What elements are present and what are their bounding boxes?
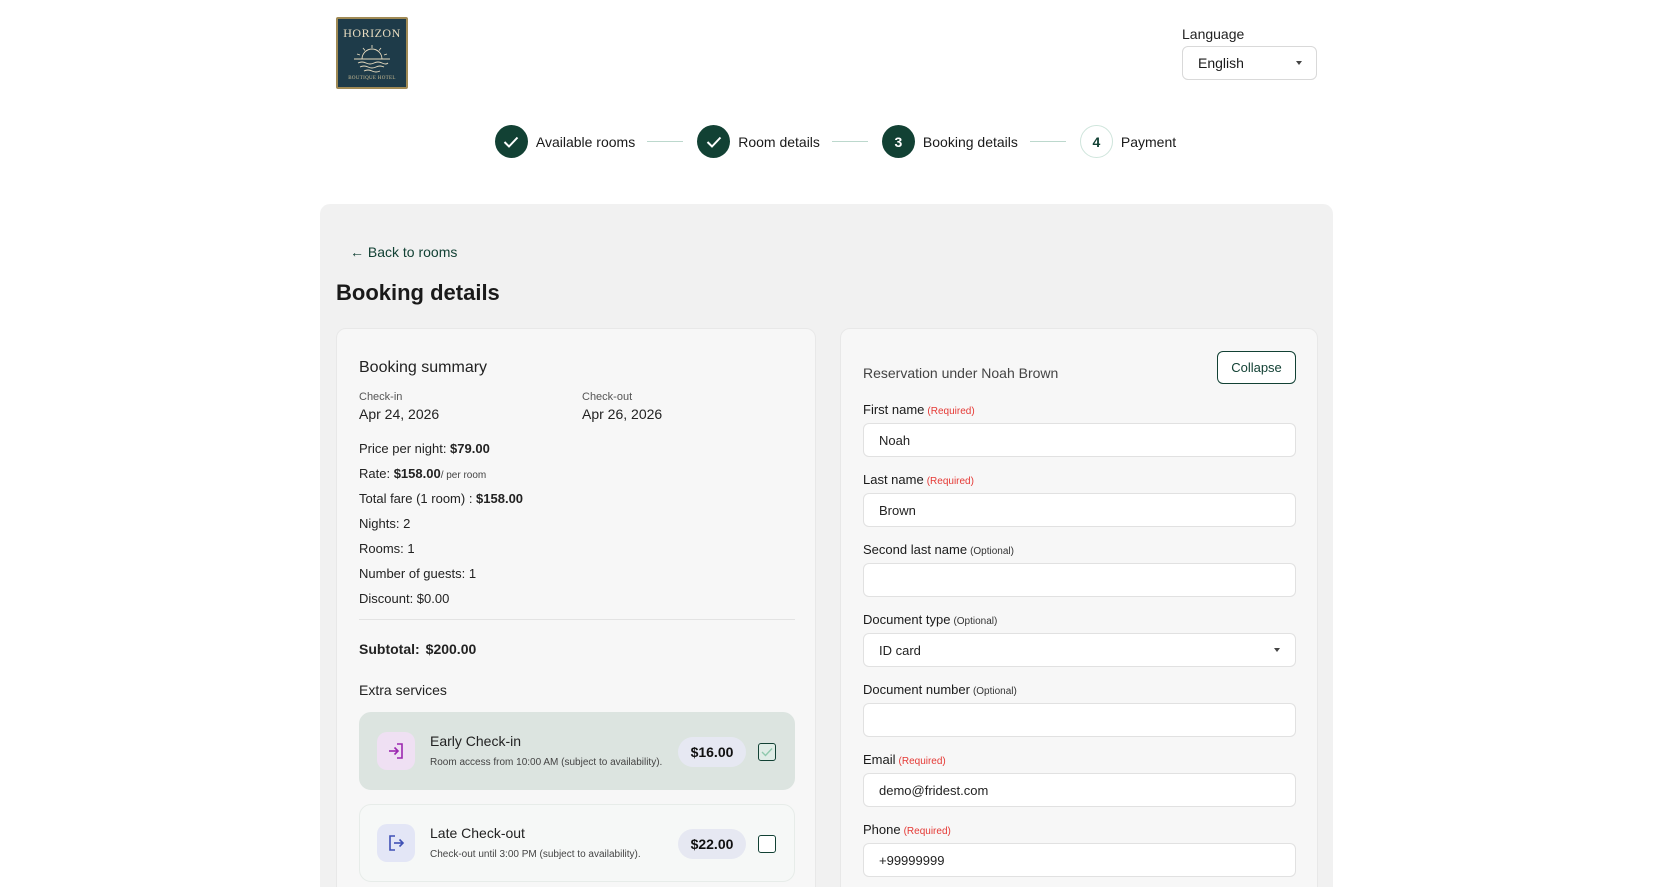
document-number-field: Document number (Optional) [863, 682, 1296, 737]
checkout-label: Check-out [582, 391, 633, 403]
chevron-down-icon [1274, 648, 1280, 652]
language-label: Language [1182, 26, 1245, 42]
extra-price: $16.00 [678, 737, 746, 767]
field-label: Phone [863, 822, 901, 837]
summary-divider [359, 619, 795, 620]
field-label: Email [863, 752, 896, 767]
logo-subtitle: BOUTIQUE HOTEL [348, 76, 396, 81]
step-label: Booking details [922, 133, 1018, 150]
first-name-field: First name (Required) Noah [863, 402, 1296, 457]
extra-checkbox[interactable] [758, 835, 776, 853]
price-per-night: Price per night: $79.00 [359, 441, 490, 456]
extra-description: Room access from 10:00 AM (subject to av… [430, 757, 663, 768]
step-label: Available rooms [535, 133, 636, 150]
extra-name: Early Check-in [430, 733, 522, 749]
rate: Rate: $158.00/ per room [359, 466, 487, 481]
step-connector [647, 141, 684, 142]
language-value: English [1198, 55, 1244, 71]
field-label: Second last name [863, 542, 968, 557]
step-booking-details: 3 Booking details [881, 125, 1018, 158]
guests: Number of guests: 1 [359, 566, 477, 581]
summary-title: Booking summary [359, 359, 488, 376]
discount: Discount: $0.00 [359, 591, 450, 606]
optional-tag: (Optional) [970, 546, 1014, 557]
step-complete-check-icon [494, 125, 528, 158]
last-name-input[interactable]: Brown [863, 493, 1296, 527]
step-label: Room details [738, 133, 820, 150]
step-number: 4 [1079, 125, 1113, 158]
step-connector [831, 141, 868, 142]
checkin-block: Check-in Apr 24, 2026 [359, 391, 439, 422]
checkin-label: Check-in [359, 391, 403, 403]
extras-title: Extra services [359, 682, 447, 698]
optional-tag: (Optional) [953, 616, 998, 627]
booking-stepper: Available rooms Room details 3 Booking d… [0, 125, 1669, 158]
checkin-value: Apr 24, 2026 [359, 406, 440, 422]
logout-icon [377, 824, 415, 862]
step-available-rooms[interactable]: Available rooms [494, 125, 636, 158]
extra-early-checkin[interactable]: Early Check-in Room access from 10:00 AM… [359, 712, 795, 790]
page-title: Booking details [336, 280, 500, 305]
check-icon [761, 748, 773, 757]
first-name-input[interactable]: Noah [863, 423, 1296, 457]
booking-main-panel: ← Back to rooms Booking details Booking … [320, 204, 1333, 887]
second-last-name-field: Second last name (Optional) [863, 542, 1296, 597]
email-field: Email (Required) demo@fridest.com [863, 752, 1296, 807]
phone-input[interactable]: +99999999 [863, 843, 1296, 877]
sunrise-icon [354, 45, 390, 73]
step-room-details[interactable]: Room details [697, 125, 820, 158]
reservation-form-card: Reservation under Noah Brown Collapse Fi… [840, 328, 1318, 887]
language-select[interactable]: English [1182, 46, 1317, 80]
checkout-value: Apr 26, 2026 [582, 406, 663, 422]
document-number-input[interactable] [863, 703, 1296, 737]
checkout-block: Check-out Apr 26, 2026 [582, 391, 662, 422]
reservation-title: Reservation under Noah Brown [863, 365, 1059, 381]
collapse-button[interactable]: Collapse [1217, 351, 1296, 384]
language-selector: Language English [1182, 26, 1317, 80]
logo-title: HORIZON [343, 26, 401, 40]
email-input[interactable]: demo@fridest.com [863, 773, 1296, 807]
step-complete-check-icon [697, 125, 731, 158]
chevron-down-icon [1296, 61, 1302, 65]
document-type-select[interactable]: ID card [863, 633, 1296, 667]
field-label: First name [863, 402, 925, 417]
field-label: Last name [863, 472, 924, 487]
extra-checkbox[interactable] [758, 743, 776, 761]
document-type-field: Document type (Optional) ID card [863, 612, 1296, 667]
field-label: Document number [863, 682, 970, 697]
nights: Nights: 2 [359, 516, 411, 531]
extra-late-checkout[interactable]: Late Check-out Check-out until 3:00 PM (… [359, 804, 795, 882]
back-to-rooms-link[interactable]: ← Back to rooms [350, 244, 457, 260]
extra-name: Late Check-out [430, 825, 525, 841]
phone-field: Phone (Required) +99999999 [863, 822, 1296, 877]
last-name-field: Last name (Required) Brown [863, 472, 1296, 527]
step-number: 3 [881, 125, 915, 158]
required-tag: (Required) [903, 826, 951, 837]
optional-tag: (Optional) [972, 686, 1017, 697]
required-tag: (Required) [927, 406, 975, 417]
field-label: Document type [863, 612, 951, 627]
hotel-logo: HORIZON BOUTIQUE HOTEL [336, 17, 408, 89]
summary-lines: Price per night: $79.00 Rate: $158.00/ p… [359, 441, 523, 616]
total-fare: Total fare (1 room) : $158.00 [359, 491, 524, 506]
second-last-name-input[interactable] [863, 563, 1296, 597]
required-tag: (Required) [926, 476, 974, 487]
required-tag: (Required) [898, 756, 946, 767]
subtotal: Subtotal: $200.00 [359, 641, 477, 657]
login-icon [377, 732, 415, 770]
extra-price: $22.00 [678, 829, 746, 859]
step-payment: 4 Payment [1079, 125, 1177, 158]
document-type-value: ID card [879, 642, 921, 658]
step-connector [1029, 141, 1066, 142]
step-label: Payment [1120, 133, 1177, 150]
booking-summary-card: Booking summary Check-in Apr 24, 2026 Ch… [336, 328, 816, 887]
extra-description: Check-out until 3:00 PM (subject to avai… [430, 849, 641, 860]
rooms: Rooms: 1 [359, 541, 415, 556]
